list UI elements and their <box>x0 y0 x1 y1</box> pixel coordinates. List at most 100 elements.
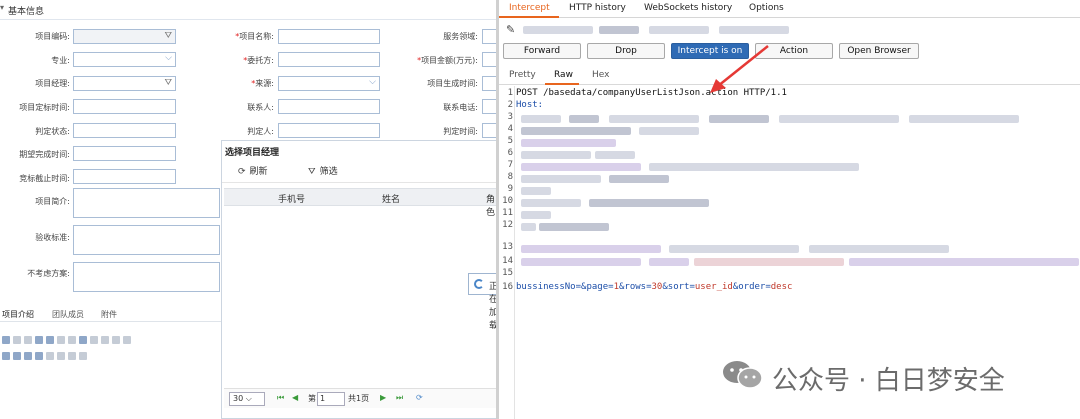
align-center-icon[interactable] <box>13 352 21 360</box>
label-client: *委托方: <box>243 56 274 65</box>
column-phone[interactable]: 手机号 <box>278 192 305 205</box>
line-number: 6 <box>507 148 513 158</box>
justify-icon[interactable] <box>35 352 43 360</box>
filter-icon: ⛛ <box>308 167 316 177</box>
redacted-header <box>849 258 1079 266</box>
redacted-header <box>521 115 561 123</box>
open-browser-button[interactable]: Open Browser <box>839 43 919 59</box>
forward-button[interactable]: Forward <box>503 43 581 59</box>
html-icon[interactable] <box>2 336 10 344</box>
redacted-header <box>521 223 536 231</box>
acceptance-textarea[interactable] <box>73 225 220 255</box>
line-number: 5 <box>507 136 513 146</box>
redacted-header <box>539 223 609 231</box>
first-page-icon[interactable]: ⏮ <box>277 393 284 403</box>
zoom-icon[interactable] <box>68 336 76 344</box>
specialty-select[interactable]: ⌵ <box>73 52 176 67</box>
collapse-icon[interactable]: ▾ <box>0 3 8 15</box>
media-icon[interactable] <box>90 336 98 344</box>
table-header: 手机号 姓名 角色 <box>224 188 501 218</box>
excluded-plan-textarea[interactable] <box>73 262 220 292</box>
line-number: 14 <box>502 256 513 266</box>
judge-status-field[interactable] <box>73 123 176 138</box>
judge-person-field[interactable] <box>278 123 380 138</box>
label-acceptance: 验收标准: <box>35 233 70 242</box>
redacted-target <box>649 26 709 34</box>
redacted-header <box>521 211 551 219</box>
line-number: 1 <box>507 88 513 98</box>
bullet-list-icon[interactable] <box>35 336 43 344</box>
outdent-icon[interactable] <box>57 352 65 360</box>
tab-hex[interactable]: Hex <box>592 70 609 80</box>
align-right-icon[interactable] <box>24 352 32 360</box>
tab-http-history[interactable]: HTTP history <box>569 3 626 13</box>
line-number: 8 <box>507 172 513 182</box>
redo-icon[interactable] <box>24 336 32 344</box>
last-page-icon[interactable]: ⏭ <box>396 393 403 403</box>
tab-intro[interactable]: 项目介绍 <box>2 309 34 320</box>
project-intro-textarea[interactable] <box>73 188 220 218</box>
filter-button[interactable]: ⛛ 筛选 <box>308 164 338 177</box>
section-header[interactable]: ▾ 基本信息 <box>0 0 500 20</box>
intercept-toggle-button[interactable]: Intercept is on <box>671 43 749 59</box>
page-size-select[interactable]: 30 ⌵ <box>229 392 265 406</box>
filter-icon[interactable]: ⛛ <box>164 78 172 88</box>
omega-icon[interactable] <box>123 336 131 344</box>
page-total: 共1页 <box>348 394 370 403</box>
expected-done-field[interactable] <box>73 146 176 161</box>
page-number-input[interactable]: 1 <box>317 392 345 406</box>
pencil-icon[interactable]: ✎ <box>506 23 515 36</box>
source-select[interactable]: ⌵ <box>278 76 380 91</box>
redacted-target <box>523 26 593 34</box>
prev-page-icon[interactable]: ◀ <box>292 393 298 402</box>
redacted-header <box>649 258 689 266</box>
tab-intercept[interactable]: Intercept <box>509 3 550 13</box>
refresh-button[interactable]: ⟳ 刷新 <box>238 164 268 177</box>
bid-time-field[interactable] <box>73 99 176 114</box>
editor-toolbar-row-1 <box>2 333 134 347</box>
dialog-toolbar: ⟳ 刷新 ⛛ 筛选 <box>222 161 499 183</box>
redacted-target <box>599 26 639 34</box>
tab-websockets-history[interactable]: WebSockets history <box>644 3 732 13</box>
line-number: 13 <box>502 242 513 252</box>
column-name[interactable]: 姓名 <box>382 192 400 205</box>
filter-icon[interactable]: ⛛ <box>164 31 172 41</box>
line-number: 4 <box>507 124 513 134</box>
undo-icon[interactable] <box>13 336 21 344</box>
label-project-name: *项目名称: <box>235 32 274 41</box>
chevron-down-icon: ⌵ <box>369 77 376 87</box>
redacted-header <box>569 115 599 123</box>
tab-team[interactable]: 团队成员 <box>52 309 84 320</box>
redacted-header <box>521 175 601 183</box>
tab-options[interactable]: Options <box>749 3 784 13</box>
hr-icon[interactable] <box>112 336 120 344</box>
number-list-icon[interactable] <box>46 336 54 344</box>
find-icon[interactable] <box>57 336 65 344</box>
project-code-field[interactable]: ⛛ <box>73 29 176 44</box>
chevron-down-icon: ⌵ <box>165 53 172 63</box>
tab-raw[interactable]: Raw <box>554 70 573 80</box>
contact-field[interactable] <box>278 99 380 114</box>
indent-icon[interactable] <box>46 352 54 360</box>
next-page-icon[interactable]: ▶ <box>380 393 386 402</box>
client-field[interactable] <box>278 52 380 67</box>
bid-deadline-field[interactable] <box>73 169 176 184</box>
project-manager-field[interactable]: ⛛ <box>73 76 176 91</box>
tab-pretty[interactable]: Pretty <box>509 70 536 80</box>
redacted-header <box>809 245 949 253</box>
drop-button[interactable]: Drop <box>587 43 665 59</box>
project-name-field[interactable] <box>278 29 380 44</box>
label-phone: 联系电话: <box>443 103 478 112</box>
label-judge-time: 判定时间: <box>443 127 478 136</box>
redacted-header <box>779 115 899 123</box>
action-button[interactable]: Action <box>755 43 833 59</box>
reload-icon[interactable]: ⟳ <box>416 393 423 402</box>
line-number: 2 <box>507 100 513 110</box>
font-color-icon[interactable] <box>68 352 76 360</box>
clear-format-icon[interactable] <box>79 352 87 360</box>
align-left-icon[interactable] <box>2 352 10 360</box>
tab-attachments[interactable]: 附件 <box>101 309 117 320</box>
redacted-header <box>521 199 581 207</box>
image-icon[interactable] <box>79 336 87 344</box>
table-icon[interactable] <box>101 336 109 344</box>
